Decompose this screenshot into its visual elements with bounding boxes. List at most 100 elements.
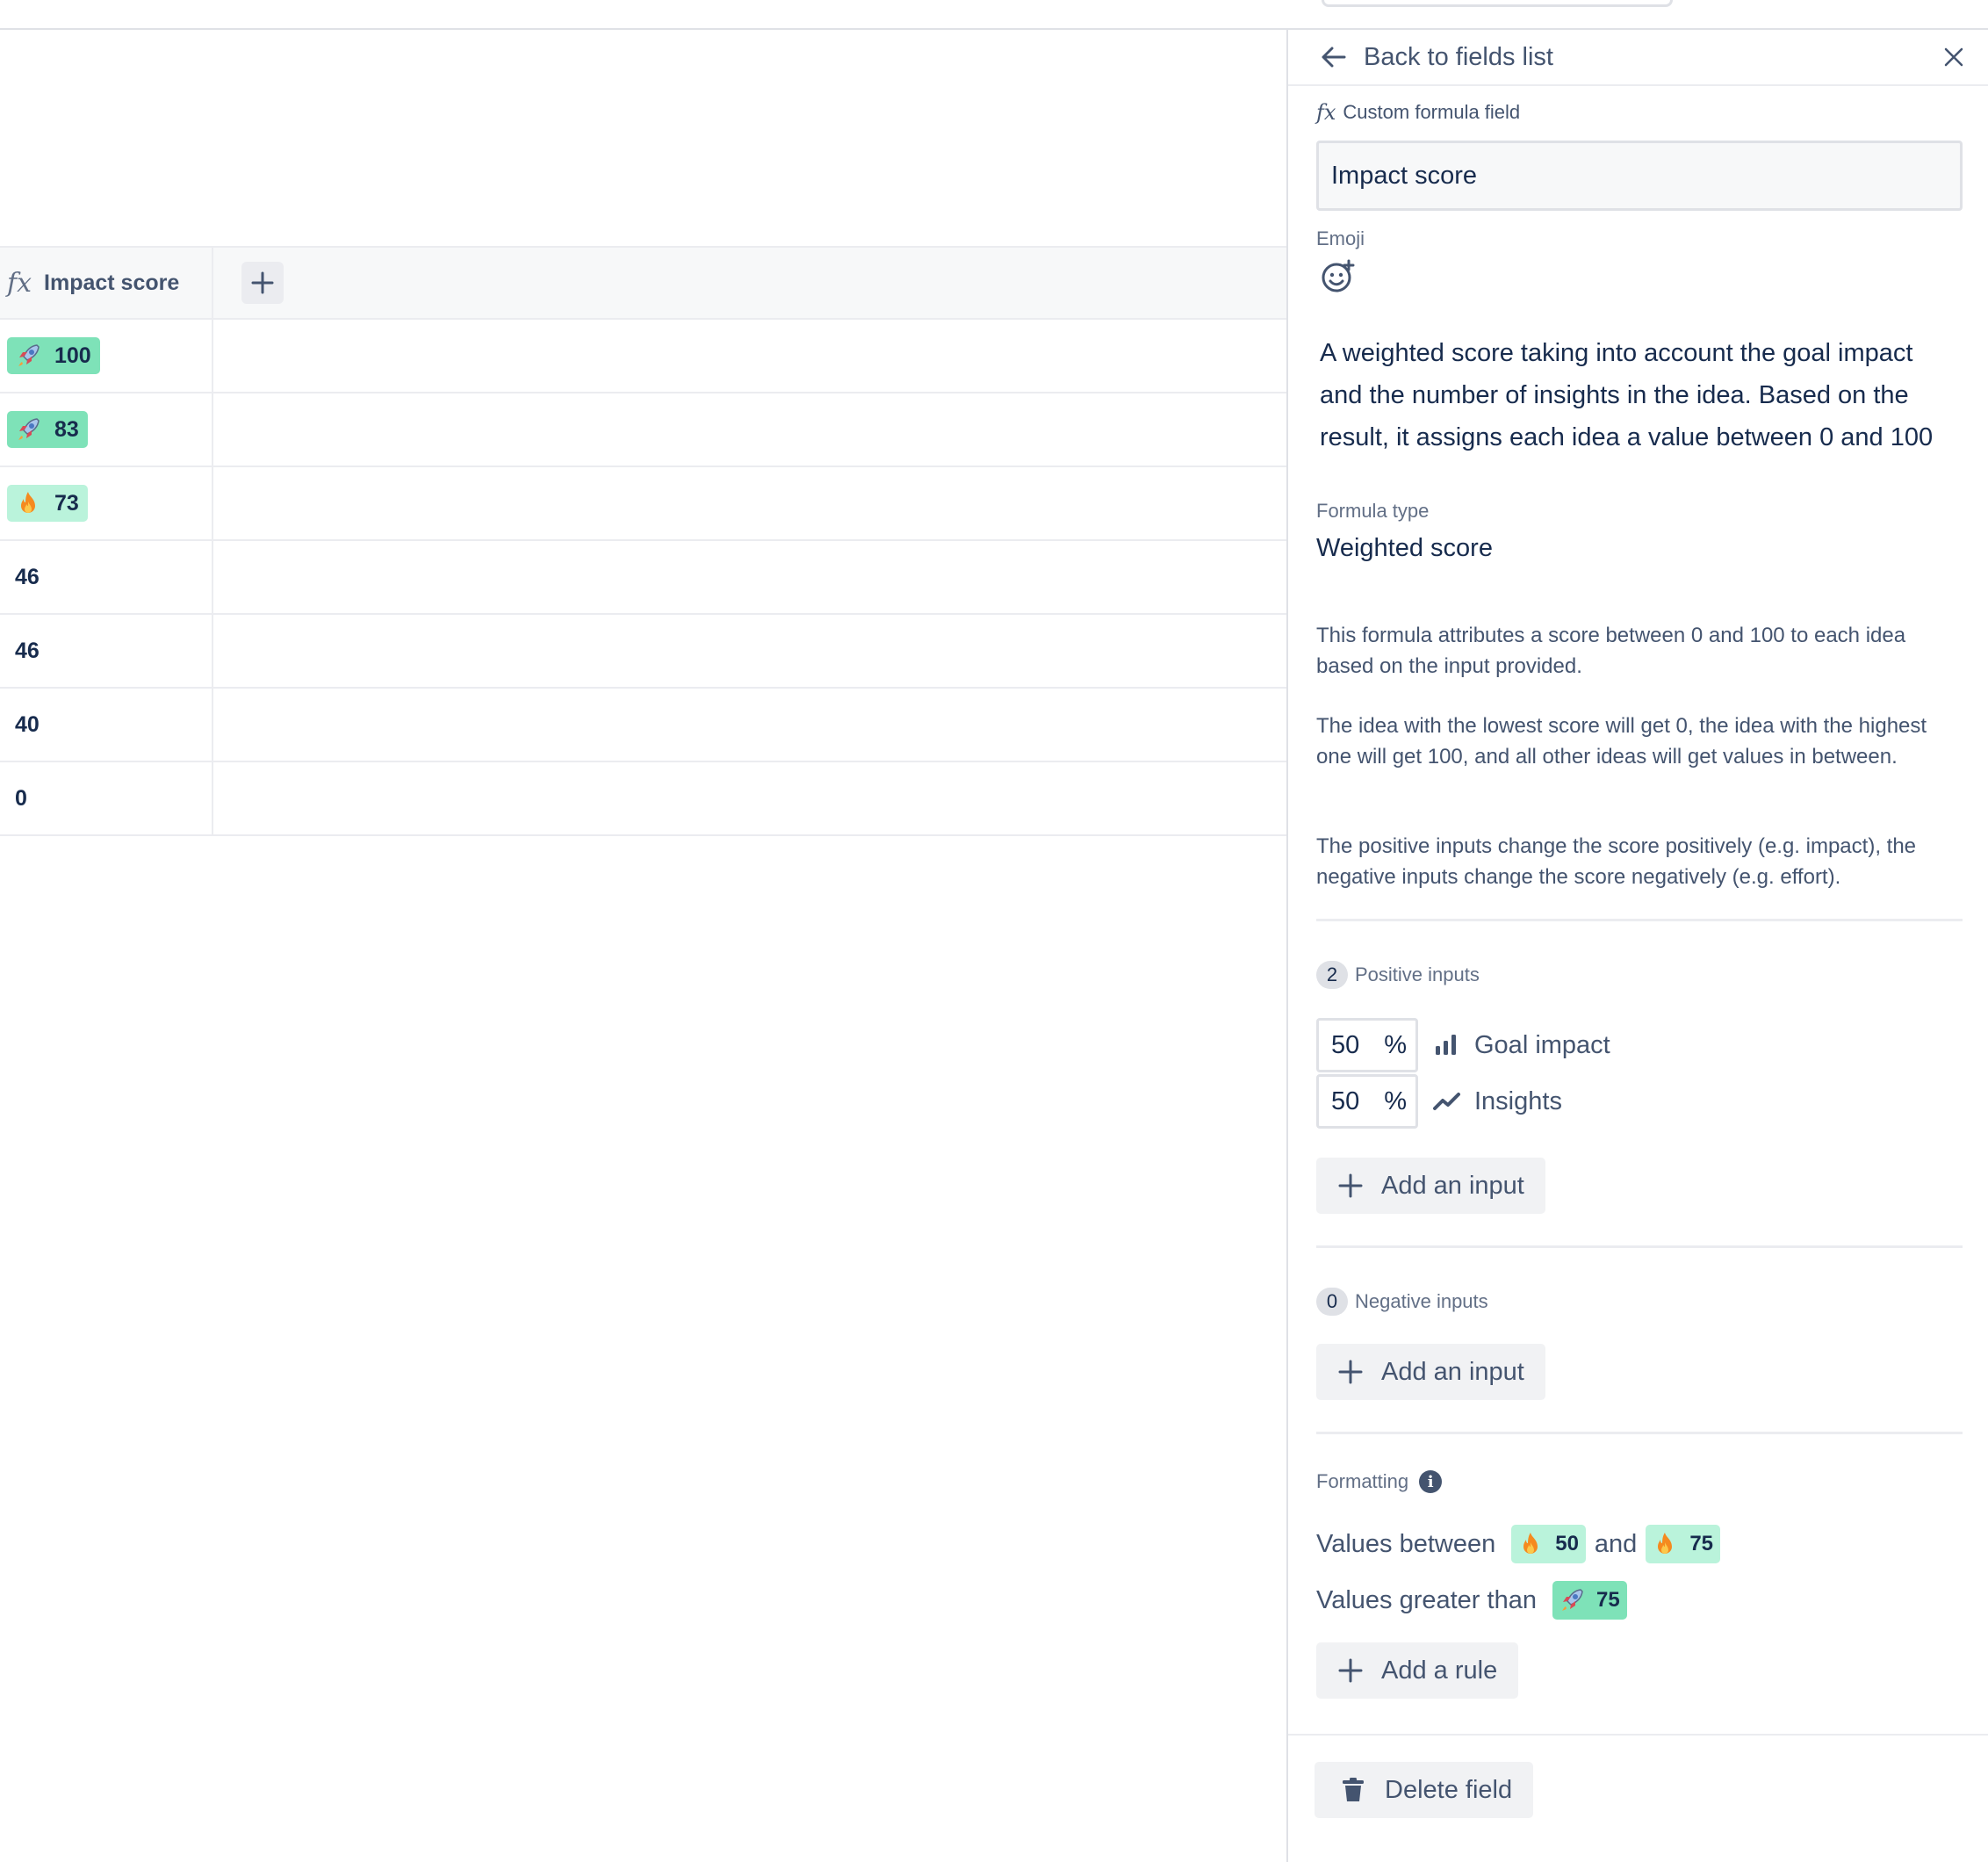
- negative-count-badge: 0: [1316, 1288, 1348, 1316]
- top-toolbar: [0, 0, 1988, 30]
- table-row[interactable]: 0: [0, 762, 1287, 836]
- impact-score-cell[interactable]: 100: [0, 320, 213, 392]
- table-row[interactable]: 100: [0, 320, 1287, 393]
- section-divider: [1316, 1245, 1963, 1248]
- table-row[interactable]: 46: [0, 541, 1287, 615]
- column-header-impact-score[interactable]: fx Impact score: [0, 248, 213, 318]
- empty-cell[interactable]: [213, 762, 1287, 834]
- rule-from-badge[interactable]: 50: [1511, 1525, 1586, 1563]
- negative-add-wrap: Add an input: [1316, 1344, 1963, 1400]
- rule-value-badge[interactable]: 75: [1552, 1581, 1627, 1620]
- positive-count-badge: 2: [1316, 961, 1348, 989]
- weight-input[interactable]: 50 %: [1316, 1018, 1418, 1072]
- impact-score-cell[interactable]: 73: [0, 467, 213, 539]
- bar-chart-icon: [1432, 1030, 1462, 1060]
- formatting-rule-between[interactable]: Values between 50 and 75: [1316, 1525, 1963, 1563]
- input-field-name[interactable]: Goal impact: [1474, 1031, 1610, 1060]
- formatting-label: Formatting: [1316, 1470, 1409, 1492]
- add-rule-label: Add a rule: [1381, 1656, 1498, 1685]
- positive-input-row: 50 % Goal impact: [1316, 1017, 1963, 1073]
- rocket-icon: [1558, 1586, 1586, 1614]
- plus-icon: [1337, 1173, 1364, 1199]
- positive-add-wrap: Add an input: [1316, 1158, 1963, 1214]
- back-to-fields-link[interactable]: Back to fields list: [1364, 43, 1553, 72]
- add-column-cell: [213, 248, 284, 318]
- rule-from-value: 50: [1555, 1532, 1579, 1555]
- score-value: 40: [15, 711, 40, 737]
- trend-line-icon: [1432, 1086, 1462, 1116]
- plus-icon: [251, 271, 274, 294]
- section-divider: [1316, 1432, 1963, 1434]
- add-input-label: Add an input: [1381, 1171, 1524, 1200]
- close-icon[interactable]: [1941, 44, 1967, 70]
- add-column-button[interactable]: [241, 262, 284, 304]
- field-kind-label: fx Custom formula field: [1316, 100, 1963, 125]
- formatting-rule-greater[interactable]: Values greater than 75: [1316, 1581, 1963, 1620]
- table-row[interactable]: 73: [0, 467, 1287, 541]
- weight-value: 50: [1331, 1030, 1360, 1059]
- score-badge: 100: [7, 337, 100, 374]
- panel-footer: Delete field: [1288, 1734, 1988, 1862]
- fire-icon: [1651, 1530, 1679, 1558]
- empty-cell[interactable]: [213, 467, 1287, 539]
- weight-value: 50: [1331, 1086, 1360, 1115]
- add-negative-input-button[interactable]: Add an input: [1316, 1344, 1545, 1400]
- formula-type-label: Formula type: [1316, 500, 1430, 522]
- plus-icon: [1337, 1359, 1364, 1385]
- empty-cell[interactable]: [213, 689, 1287, 761]
- trash-icon: [1341, 1777, 1367, 1803]
- formatting-header: Formatting i: [1316, 1470, 1963, 1493]
- rule-joiner: and: [1594, 1529, 1638, 1558]
- info-icon[interactable]: i: [1419, 1470, 1443, 1493]
- weight-unit: %: [1384, 1030, 1407, 1059]
- rocket-icon: [14, 415, 42, 444]
- plus-icon: [1337, 1657, 1364, 1684]
- add-rule-button[interactable]: Add a rule: [1316, 1642, 1519, 1699]
- table-row[interactable]: 40: [0, 689, 1287, 762]
- impact-score-cell[interactable]: 83: [0, 393, 213, 466]
- formula-type-value[interactable]: Weighted score: [1316, 534, 1963, 563]
- add-rule-wrap: Add a rule: [1316, 1642, 1963, 1699]
- empty-cell[interactable]: [213, 393, 1287, 466]
- table-row[interactable]: 83: [0, 393, 1287, 467]
- impact-score-cell[interactable]: 0: [0, 762, 213, 834]
- delete-field-button[interactable]: Delete field: [1315, 1762, 1534, 1818]
- formula-help-1: This formula attributes a score between …: [1316, 624, 1906, 678]
- emoji-picker-button[interactable]: [1320, 258, 1357, 295]
- weight-unit: %: [1384, 1086, 1407, 1115]
- score-value: 46: [15, 638, 40, 663]
- arrow-left-icon[interactable]: [1320, 43, 1348, 71]
- empty-cell[interactable]: [213, 320, 1287, 392]
- impact-score-cell[interactable]: 46: [0, 541, 213, 613]
- column-title: Impact score: [44, 270, 180, 295]
- field-description[interactable]: A weighted score taking into account the…: [1320, 332, 1961, 458]
- score-value: 46: [15, 564, 40, 589]
- impact-score-cell[interactable]: 46: [0, 615, 213, 687]
- fire-icon: [1516, 1530, 1545, 1558]
- score-value: 83: [54, 416, 79, 442]
- score-value: 100: [54, 343, 91, 368]
- table-row[interactable]: 46: [0, 615, 1287, 689]
- empty-cell[interactable]: [213, 541, 1287, 613]
- positive-inputs-label: Positive inputs: [1355, 963, 1480, 985]
- field-settings-panel: Back to fields list fx Custom formula fi…: [1286, 30, 1988, 1862]
- input-field-name[interactable]: Insights: [1474, 1087, 1562, 1116]
- rule-to-value: 75: [1689, 1532, 1714, 1555]
- add-positive-input-button[interactable]: Add an input: [1316, 1158, 1545, 1214]
- impact-score-cell[interactable]: 40: [0, 689, 213, 761]
- rule-to-badge[interactable]: 75: [1646, 1525, 1721, 1563]
- rule-value: 75: [1595, 1588, 1620, 1612]
- ideas-table: fx Impact score 100 83 73 46 46 40 0: [0, 246, 1287, 836]
- add-input-label: Add an input: [1381, 1357, 1524, 1386]
- formula-help-3: The positive inputs change the score pos…: [1316, 834, 1917, 889]
- fire-icon: [14, 489, 42, 517]
- formula-help-2: The idea with the lowest score will get …: [1316, 714, 1927, 769]
- rule-prefix: Values greater than: [1316, 1585, 1537, 1614]
- positive-input-row: 50 % Insights: [1316, 1073, 1963, 1129]
- field-name-input[interactable]: [1316, 141, 1963, 211]
- empty-cell[interactable]: [213, 615, 1287, 687]
- rule-prefix: Values between: [1316, 1529, 1496, 1558]
- toolbar-control[interactable]: [1322, 0, 1673, 7]
- negative-inputs-header: 0 Negative inputs: [1316, 1288, 1963, 1316]
- weight-input[interactable]: 50 %: [1316, 1074, 1418, 1129]
